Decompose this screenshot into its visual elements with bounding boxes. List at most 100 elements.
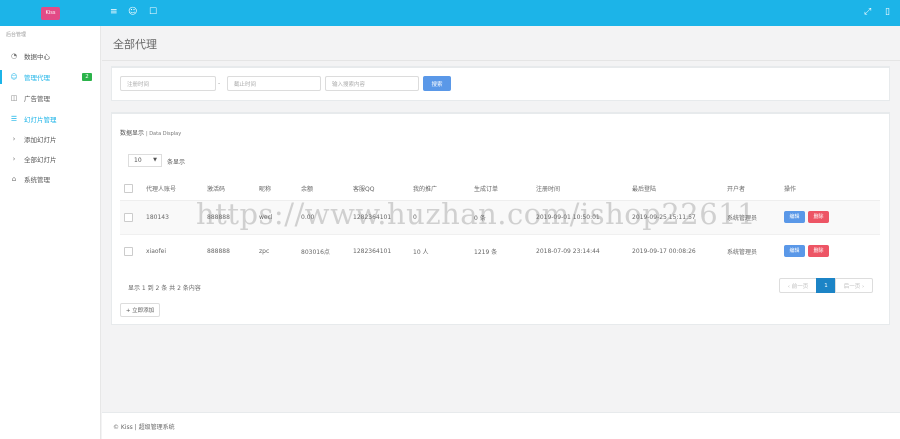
nickname-cell: zpc bbox=[259, 233, 301, 268]
actions-cell: 编辑 删除 bbox=[784, 200, 880, 234]
start-date-input[interactable]: 注册时间 bbox=[120, 76, 216, 91]
balance-cell: 0.00 bbox=[301, 200, 353, 234]
row-select-cell bbox=[120, 233, 146, 268]
home-icon: ⌂ bbox=[11, 175, 17, 183]
sidebar-item-ads[interactable]: ◫ 广告管理 bbox=[0, 91, 101, 105]
register-time-cell: 2019-09-01 10:50:01 bbox=[536, 200, 632, 234]
menu-icon[interactable]: ≡ bbox=[110, 7, 118, 17]
panel-title: 数据显示 | Data Display bbox=[120, 128, 181, 137]
sidebar-item-label: 系统管理 bbox=[24, 176, 50, 184]
sidebar-item-label: 全部幻灯片 bbox=[24, 156, 57, 164]
sidebar-item-label: 幻灯片管理 bbox=[24, 116, 57, 124]
column-header[interactable]: 生成订单 bbox=[474, 178, 536, 201]
fullscreen-icon[interactable]: ⤢ bbox=[864, 7, 871, 17]
sidebar-item-slides[interactable]: ☰ 幻灯片管理 bbox=[0, 112, 101, 126]
column-header[interactable]: 注册时间 bbox=[536, 178, 632, 201]
select-all-cell bbox=[120, 178, 146, 201]
data-panel: 数据显示 | Data Display 10 ▼ 条显示 代理人账号 激活码 昵… bbox=[111, 112, 890, 325]
delete-button[interactable]: 删除 bbox=[808, 245, 829, 258]
row-checkbox[interactable] bbox=[124, 246, 133, 256]
column-header[interactable]: 我的推广 bbox=[413, 178, 474, 201]
sidebar-item-label: 添加幻灯片 bbox=[24, 136, 57, 144]
top-navbar: Kiss ≡ ☺ ☐ ⤢ ▯ bbox=[0, 0, 900, 26]
column-header: 操作 bbox=[784, 178, 880, 201]
qq-cell: 1282364101 bbox=[353, 233, 413, 268]
footer: © Kiss | 超级管理系统 bbox=[102, 412, 900, 439]
user-icon: ☺ bbox=[10, 73, 18, 81]
prev-page-button[interactable]: ‹ 前一页 bbox=[779, 278, 817, 293]
ad-icon: ◫ bbox=[10, 94, 18, 102]
code-cell: 888888 bbox=[207, 233, 259, 268]
promo-link[interactable]: 0 bbox=[413, 200, 474, 234]
orders-link[interactable]: 0 条 bbox=[474, 200, 536, 234]
dashboard-icon: ◔ bbox=[10, 52, 18, 60]
table-info: 显示 1 到 2 条 共 2 条内容 bbox=[128, 285, 201, 292]
row-checkbox[interactable] bbox=[124, 212, 133, 222]
account-cell: xiaofei bbox=[146, 233, 207, 268]
logo-area: Kiss bbox=[0, 0, 101, 26]
table-header-row: 代理人账号 激活码 昵称 余额 客服QQ 我的推广 生成订单 注册时间 最后登陆… bbox=[120, 178, 880, 201]
sidebar-item-agents[interactable]: ☺ 管理代理 2 bbox=[0, 70, 101, 84]
balance-cell: 803016点 bbox=[301, 233, 353, 268]
search-input[interactable]: 输入搜索内容 bbox=[325, 76, 419, 91]
footer-text: © Kiss | 超级管理系统 bbox=[113, 424, 175, 431]
column-header[interactable]: 余额 bbox=[301, 178, 353, 201]
end-date-input[interactable]: 截止时间 bbox=[227, 76, 321, 91]
column-header[interactable]: 激活码 bbox=[207, 178, 259, 201]
creator-cell: 系统管理员 bbox=[727, 233, 784, 268]
pagination: ‹ 前一页 1 后一页 › bbox=[779, 278, 873, 293]
page-header: 全部代理 bbox=[102, 26, 900, 61]
sidebar: 后台管理 ◔ 数据中心 ☺ 管理代理 2 ◫ 广告管理 ☰ 幻灯片管理 › 添加… bbox=[0, 26, 101, 439]
chevron-right-icon: › bbox=[12, 155, 16, 163]
sidebar-item-label: 数据中心 bbox=[24, 53, 50, 61]
page-length-value: 10 bbox=[134, 157, 142, 164]
slides-icon: ☰ bbox=[10, 115, 18, 123]
promo-link[interactable]: 10 人 bbox=[413, 233, 474, 268]
edit-button[interactable]: 编辑 bbox=[784, 211, 805, 223]
chevron-right-icon: › bbox=[12, 135, 16, 143]
sidebar-item-label: 广告管理 bbox=[24, 95, 50, 103]
column-header[interactable]: 最后登陆 bbox=[632, 178, 727, 201]
sidebar-item-label: 管理代理 bbox=[24, 74, 50, 82]
next-page-button[interactable]: 后一页 › bbox=[835, 278, 873, 293]
code-cell: 888888 bbox=[207, 200, 259, 234]
sidebar-item-all-slides[interactable]: › 全部幻灯片 bbox=[0, 152, 101, 166]
column-header[interactable]: 客服QQ bbox=[353, 178, 413, 201]
row-select-cell bbox=[120, 200, 146, 234]
edit-button[interactable]: 编辑 bbox=[784, 245, 805, 258]
lock-icon[interactable]: ☐ bbox=[149, 7, 157, 17]
logo[interactable]: Kiss bbox=[41, 6, 60, 20]
sidebar-item-add-slide[interactable]: › 添加幻灯片 bbox=[0, 132, 101, 146]
qq-cell: 1282364101 bbox=[353, 200, 413, 234]
sidebar-item-data-center[interactable]: ◔ 数据中心 bbox=[0, 49, 101, 63]
nickname-cell: wecl bbox=[259, 200, 301, 234]
register-time-cell: 2018-07-09 23:14:44 bbox=[536, 233, 632, 268]
page-length-select[interactable]: 10 ▼ bbox=[128, 154, 162, 167]
user-icon[interactable]: ☺ bbox=[128, 7, 137, 17]
page-button-current[interactable]: 1 bbox=[816, 278, 836, 293]
page-title: 全部代理 bbox=[113, 38, 157, 51]
column-header[interactable]: 昵称 bbox=[259, 178, 301, 201]
last-login-cell: 2019-09-17 00:08:26 bbox=[632, 233, 727, 268]
column-header[interactable]: 开户者 bbox=[727, 178, 784, 201]
page-length-label: 条显示 bbox=[167, 159, 186, 166]
add-agent-button[interactable]: + 立即添加 bbox=[120, 303, 160, 317]
orders-link[interactable]: 1219 条 bbox=[474, 233, 536, 268]
actions-cell: 编辑 删除 bbox=[784, 233, 880, 268]
mobile-icon[interactable]: ▯ bbox=[885, 7, 890, 17]
table-row[interactable]: 180143 888888 wecl 0.00 1282364101 0 0 条… bbox=[120, 200, 880, 234]
select-all-checkbox[interactable] bbox=[124, 184, 133, 194]
column-header[interactable]: 代理人账号 bbox=[146, 178, 207, 201]
sidebar-heading: 后台管理 bbox=[6, 32, 27, 38]
creator-cell: 系统管理员 bbox=[727, 200, 784, 234]
panel-subtitle: | Data Display bbox=[145, 131, 182, 137]
sidebar-item-system[interactable]: ⌂ 系统管理 bbox=[0, 172, 101, 186]
search-button[interactable]: 搜索 bbox=[423, 76, 451, 91]
panel-title-text: 数据显示 bbox=[120, 130, 145, 137]
agents-table: 代理人账号 激活码 昵称 余额 客服QQ 我的推广 生成订单 注册时间 最后登陆… bbox=[120, 178, 880, 268]
table-row[interactable]: xiaofei 888888 zpc 803016点 1282364101 10… bbox=[120, 233, 880, 268]
search-panel: 注册时间 - 截止时间 输入搜索内容 搜索 bbox=[111, 66, 890, 101]
last-login-cell: 2019-09-25 15:11:57 bbox=[632, 200, 727, 234]
count-badge: 2 bbox=[82, 73, 92, 81]
delete-button[interactable]: 删除 bbox=[808, 211, 829, 223]
